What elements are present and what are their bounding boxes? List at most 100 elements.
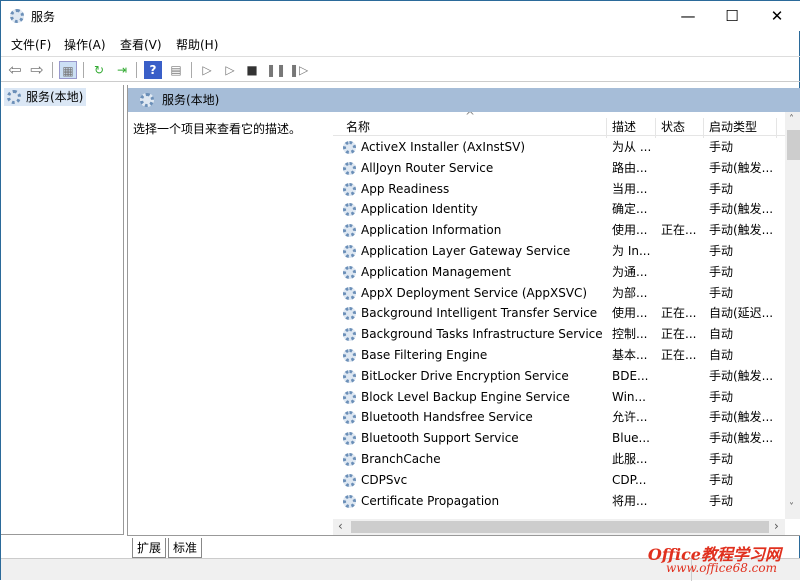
service-row[interactable]: ActiveX Installer (AxInstSV) 为从 ... 手动 <box>333 137 785 158</box>
scroll-up-icon[interactable]: ˄ <box>789 114 794 125</box>
stop-icon[interactable]: ■ <box>243 61 261 79</box>
tab-extended[interactable]: 扩展 <box>132 538 167 558</box>
scroll-right-icon[interactable]: › <box>774 519 779 533</box>
service-gear-icon <box>343 265 356 279</box>
service-status: 正在... <box>661 327 697 342</box>
service-description: 路由... <box>612 160 648 175</box>
service-row[interactable]: Application Management 为通... 手动 <box>333 262 785 283</box>
service-description: 允许... <box>612 410 648 425</box>
service-gear-icon <box>343 161 356 175</box>
service-name: Bluetooth Support Service <box>361 431 519 446</box>
pause-icon[interactable]: ❚❚ <box>266 61 286 79</box>
export-list-icon[interactable]: ⇥ <box>113 61 131 79</box>
scroll-thumb[interactable] <box>787 130 800 160</box>
service-description: 基本... <box>612 348 648 362</box>
service-startup-type: 手动(触发... <box>709 410 774 425</box>
service-row[interactable]: Certificate Propagation 将用... 手动 <box>333 491 785 512</box>
horizontal-scrollbar[interactable]: ‹ › <box>333 519 785 535</box>
menu-help[interactable]: 帮助(H) <box>176 36 218 53</box>
service-status: 正在... <box>661 223 697 238</box>
service-name: AllJoyn Router Service <box>361 160 494 175</box>
toolbar: ⇦ ⇨ ▦ ↻ ⇥ ? ▤ ▷ ▷ ■ ❚❚ ❚▷ <box>1 56 800 82</box>
service-name: CDPSvc <box>361 472 408 487</box>
service-description: 将用... <box>612 493 648 508</box>
service-row[interactable]: Bluetooth Support Service Blue... 手动(触发.… <box>333 428 785 449</box>
close-button[interactable]: ✕ <box>754 1 800 31</box>
col-status[interactable]: 状态 <box>661 118 685 135</box>
service-row[interactable]: Bluetooth Handsfree Service 允许... 手动(触发.… <box>333 407 785 428</box>
service-name: Background Intelligent Transfer Service <box>361 306 598 321</box>
scroll-left-icon[interactable]: ‹ <box>338 519 343 533</box>
hscroll-thumb[interactable] <box>351 521 769 533</box>
service-gear-icon <box>343 473 356 487</box>
refresh-icon[interactable]: ↻ <box>90 61 108 79</box>
service-gear-icon <box>343 203 356 217</box>
service-gear-icon <box>343 245 356 258</box>
service-startup-type: 手动 <box>709 493 734 508</box>
restart-icon[interactable]: ❚▷ <box>289 61 308 79</box>
start-alt-icon[interactable]: ▷ <box>221 61 239 79</box>
service-startup-type: 手动 <box>709 285 734 300</box>
back-arrow-icon[interactable]: ⇦ <box>6 61 24 79</box>
service-row[interactable]: BitLocker Drive Encryption Service BDE..… <box>333 366 785 387</box>
service-gear-icon <box>343 224 356 238</box>
menu-file[interactable]: 文件(F) <box>11 36 51 53</box>
service-status: 正在... <box>661 306 697 321</box>
maximize-button[interactable]: ☐ <box>709 1 755 31</box>
vertical-scrollbar[interactable]: ˄ ˅ <box>785 112 800 519</box>
service-row[interactable]: BranchCache 此服... 手动 <box>333 449 785 470</box>
service-row[interactable]: Base Filtering Engine 基本... 正在... 自动 <box>333 345 785 366</box>
service-description: 为 In... <box>612 244 651 258</box>
service-description: 使用... <box>612 223 648 238</box>
service-row[interactable]: Background Intelligent Transfer Service … <box>333 303 785 324</box>
minimize-button[interactable]: — <box>665 1 711 31</box>
service-startup-type: 自动(延迟... <box>709 306 774 321</box>
service-gear-icon <box>343 328 356 342</box>
service-startup-type: 手动 <box>709 472 734 487</box>
service-description: 当用... <box>612 181 648 196</box>
service-row[interactable]: Block Level Backup Engine Service Win...… <box>333 387 785 408</box>
service-name: App Readiness <box>361 181 450 196</box>
service-startup-type: 手动 <box>709 389 734 404</box>
service-name: BranchCache <box>361 452 441 466</box>
forward-arrow-icon[interactable]: ⇨ <box>28 61 46 79</box>
service-row[interactable]: Application Identity 确定... 手动(触发... <box>333 199 785 220</box>
service-gear-icon <box>343 453 356 466</box>
watermark-url: www.office68.com <box>666 561 777 575</box>
scroll-down-icon[interactable]: ˅ <box>789 502 794 513</box>
menu-view[interactable]: 查看(V) <box>120 36 162 53</box>
service-row[interactable]: Background Tasks Infrastructure Service … <box>333 324 785 345</box>
service-description: Blue... <box>612 431 650 446</box>
service-row[interactable]: Application Layer Gateway Service 为 In..… <box>333 241 785 262</box>
service-gear-icon <box>343 141 356 154</box>
service-description: 使用... <box>612 306 648 321</box>
title-bar: 服务 — ☐ ✕ <box>1 1 800 31</box>
description-text: 选择一个项目来查看它的描述。 <box>133 122 302 136</box>
service-gear-icon <box>343 182 356 196</box>
service-startup-type: 手动(触发... <box>709 160 774 175</box>
menu-action[interactable]: 操作(A) <box>64 36 106 53</box>
service-startup-type: 手动 <box>709 181 734 196</box>
service-row[interactable]: AppX Deployment Service (AppXSVC) 为部... … <box>333 283 785 304</box>
service-description: 确定... <box>612 202 648 217</box>
service-description: 为从 ... <box>612 140 652 154</box>
service-row[interactable]: App Readiness 当用... 手动 <box>333 179 785 200</box>
service-startup-type: 手动(触发... <box>709 368 774 383</box>
col-description[interactable]: 描述 <box>612 118 636 135</box>
col-startup-type[interactable]: 启动类型 <box>709 118 757 135</box>
service-startup-type: 手动(触发... <box>709 431 774 446</box>
start-icon[interactable]: ▷ <box>198 61 216 79</box>
services-gear-icon <box>140 93 154 107</box>
service-name: ActiveX Installer (AxInstSV) <box>361 140 526 154</box>
show-console-tree-icon[interactable]: ▦ <box>59 61 77 79</box>
service-row[interactable]: Application Information 使用... 正在... 手动(触… <box>333 220 785 241</box>
service-description: Win... <box>612 389 646 404</box>
service-row[interactable]: AllJoyn Router Service 路由... 手动(触发... <box>333 158 785 179</box>
help-icon[interactable]: ? <box>144 61 162 79</box>
col-name[interactable]: 名称 <box>346 118 370 135</box>
service-row[interactable]: CDPSvc CDP... 手动 <box>333 470 785 491</box>
service-name: Background Tasks Infrastructure Service <box>361 327 603 342</box>
action-pane-icon[interactable]: ▤ <box>167 61 185 79</box>
tab-standard[interactable]: 标准 <box>168 538 203 558</box>
tree-item-services-local[interactable]: 服务(本地) <box>4 88 86 106</box>
